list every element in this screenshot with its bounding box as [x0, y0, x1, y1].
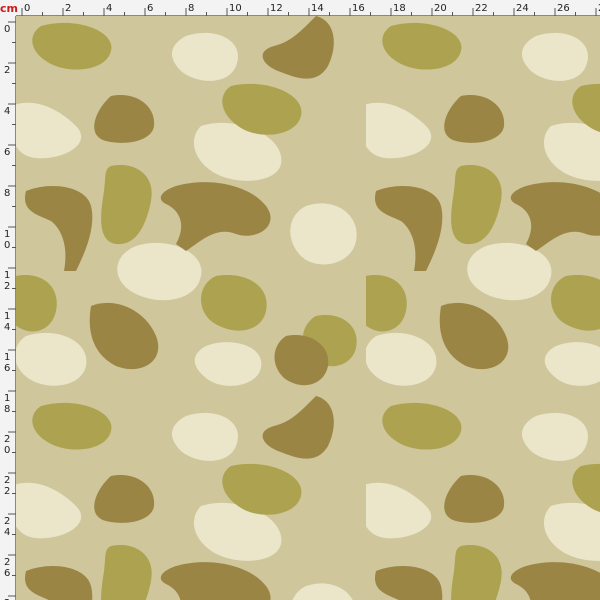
ruler-label: 8 — [188, 3, 194, 14]
ruler-label: 24 — [516, 3, 529, 14]
ruler-label: 20 — [434, 3, 447, 14]
ruler-label: 10 — [4, 229, 10, 251]
ruler-label: 16 — [352, 3, 365, 14]
swatch-viewer: 0246810121416182022242628 02468101214161… — [0, 0, 600, 600]
ruler-label: 12 — [4, 270, 10, 292]
ruler-label: 2 — [4, 65, 10, 76]
top-ruler: 0246810121416182022242628 — [0, 0, 600, 16]
ruler-label: 10 — [229, 3, 242, 14]
ruler-label: 6 — [4, 147, 10, 158]
ruler-label: 24 — [4, 516, 10, 538]
ruler-label: 4 — [4, 106, 10, 117]
ruler-label: 0 — [4, 24, 10, 35]
ruler-label: 26 — [4, 557, 10, 579]
left-ruler: 0246810121416182022242628 — [0, 0, 16, 600]
ruler-label: 14 — [4, 311, 10, 333]
ruler-label: 2 — [65, 3, 71, 14]
ruler-label: 6 — [147, 3, 153, 14]
ruler-label: 4 — [106, 3, 112, 14]
ruler-label: 20 — [4, 434, 10, 456]
ruler-label: 18 — [393, 3, 406, 14]
ruler-label: 8 — [4, 188, 10, 199]
unit-label: cm — [0, 2, 18, 15]
ruler-label: 22 — [4, 475, 10, 497]
ruler-label: 16 — [4, 352, 10, 374]
ruler-label: 0 — [24, 3, 30, 14]
ruler-label: 22 — [475, 3, 488, 14]
ruler-label: 18 — [4, 393, 10, 415]
ruler-label: 12 — [270, 3, 283, 14]
ruler-label: 14 — [311, 3, 324, 14]
fabric-swatch — [16, 16, 600, 600]
ruler-label: 26 — [557, 3, 570, 14]
